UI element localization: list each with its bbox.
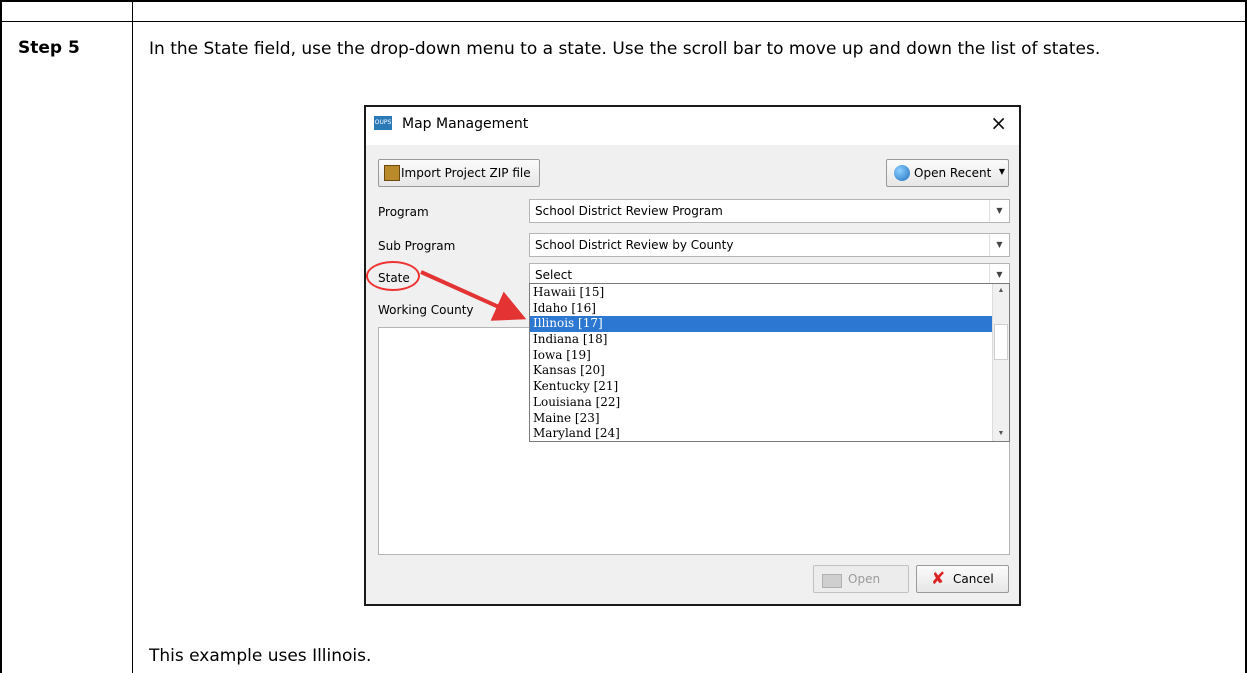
program-label: Program: [378, 205, 429, 219]
table-border-left: [0, 0, 2, 673]
sub-program-label: Sub Program: [378, 239, 456, 253]
scroll-down-icon[interactable]: ▼: [993, 427, 1009, 441]
table-border-top: [0, 0, 1247, 2]
state-option[interactable]: Kentucky [21]: [530, 379, 992, 395]
state-option[interactable]: Maryland [24]: [530, 426, 992, 442]
state-option[interactable]: Louisiana [22]: [530, 395, 992, 411]
state-option[interactable]: Kansas [20]: [530, 363, 992, 379]
instruction-text: In the State field, use the drop-down me…: [149, 39, 1101, 59]
state-options: Hawaii [15] Idaho [16] Illinois [17] Indian…: [530, 285, 992, 442]
import-button-label: Import Project ZIP file: [401, 166, 531, 180]
program-select[interactable]: School District Review Program ▼: [529, 199, 1010, 223]
scroll-up-icon[interactable]: ▲: [993, 284, 1009, 298]
open-recent-label: Open Recent: [914, 166, 992, 180]
state-option[interactable]: Indiana [18]: [530, 332, 992, 348]
cancel-button-label: Cancel: [953, 572, 994, 586]
cancel-x-icon: ✘: [931, 569, 946, 589]
dialog-titlebar: OUPS Map Management ×: [366, 107, 1019, 145]
state-dropdown-list[interactable]: Hawaii [15] Idaho [16] Illinois [17] Indian…: [529, 283, 1010, 442]
state-option[interactable]: Iowa [19]: [530, 348, 992, 364]
close-icon[interactable]: ×: [990, 111, 1007, 135]
cancel-button[interactable]: ✘ Cancel: [916, 565, 1009, 593]
chevron-down-icon: ▼: [989, 234, 1009, 256]
table-column-divider: [132, 0, 133, 673]
dropdown-scrollbar[interactable]: ▲ ▼: [992, 284, 1009, 441]
table-border-row: [0, 21, 1247, 22]
folder-icon: [822, 574, 842, 588]
open-recent-button[interactable]: Open Recent ▼: [886, 159, 1009, 187]
app-logo-icon: OUPS: [374, 116, 392, 130]
annotation-arrow: [420, 270, 527, 321]
state-option[interactable]: Illinois [17]: [530, 316, 992, 333]
state-option[interactable]: Hawaii [15]: [530, 285, 992, 301]
step-label: Step 5: [18, 38, 80, 58]
program-value: School District Review Program: [535, 204, 723, 218]
open-button-label: Open: [848, 572, 881, 586]
dialog-title: Map Management: [402, 116, 529, 132]
scrollbar-thumb[interactable]: [994, 324, 1008, 360]
sub-program-select[interactable]: School District Review by County ▼: [529, 233, 1010, 257]
caption-text: This example uses Illinois.: [149, 646, 372, 666]
state-option[interactable]: Idaho [16]: [530, 301, 992, 317]
sub-program-value: School District Review by County: [535, 238, 734, 252]
import-project-button[interactable]: Import Project ZIP file: [378, 159, 540, 187]
import-zip-icon: [384, 165, 400, 181]
chevron-down-icon: ▼: [989, 200, 1009, 222]
state-option[interactable]: Maine [23]: [530, 411, 992, 427]
map-management-dialog: OUPS Map Management × Import Project ZIP…: [364, 105, 1021, 606]
globe-icon: [894, 165, 910, 181]
chevron-down-icon: ▼: [998, 167, 1005, 176]
open-button[interactable]: Open: [813, 565, 909, 593]
